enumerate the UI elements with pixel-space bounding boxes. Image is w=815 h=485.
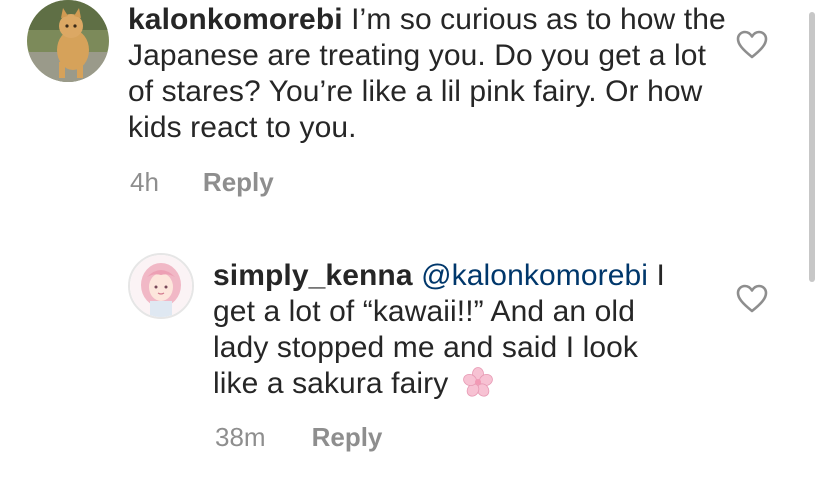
comment-timestamp: 38m (215, 422, 266, 452)
heart-outline-icon[interactable] (736, 284, 768, 314)
comment-username[interactable]: simply_kenna (213, 259, 413, 292)
reply-button[interactable]: Reply (312, 422, 383, 452)
comments-screen: kalonkomorebi I’m so curious as to how t… (0, 0, 815, 485)
illustrated-girl-avatar-icon (130, 255, 192, 317)
cherry-blossom-icon (462, 367, 493, 397)
reply-comment-item: simply_kenna @kalonkomorebi I get a lot … (0, 0, 815, 485)
avatar[interactable] (128, 253, 194, 319)
mention-link[interactable]: @kalonkomorebi (421, 259, 648, 292)
reply-comment-text: simply_kenna @kalonkomorebi I get a lot … (213, 258, 683, 402)
comment-meta: 38m Reply (215, 422, 382, 452)
